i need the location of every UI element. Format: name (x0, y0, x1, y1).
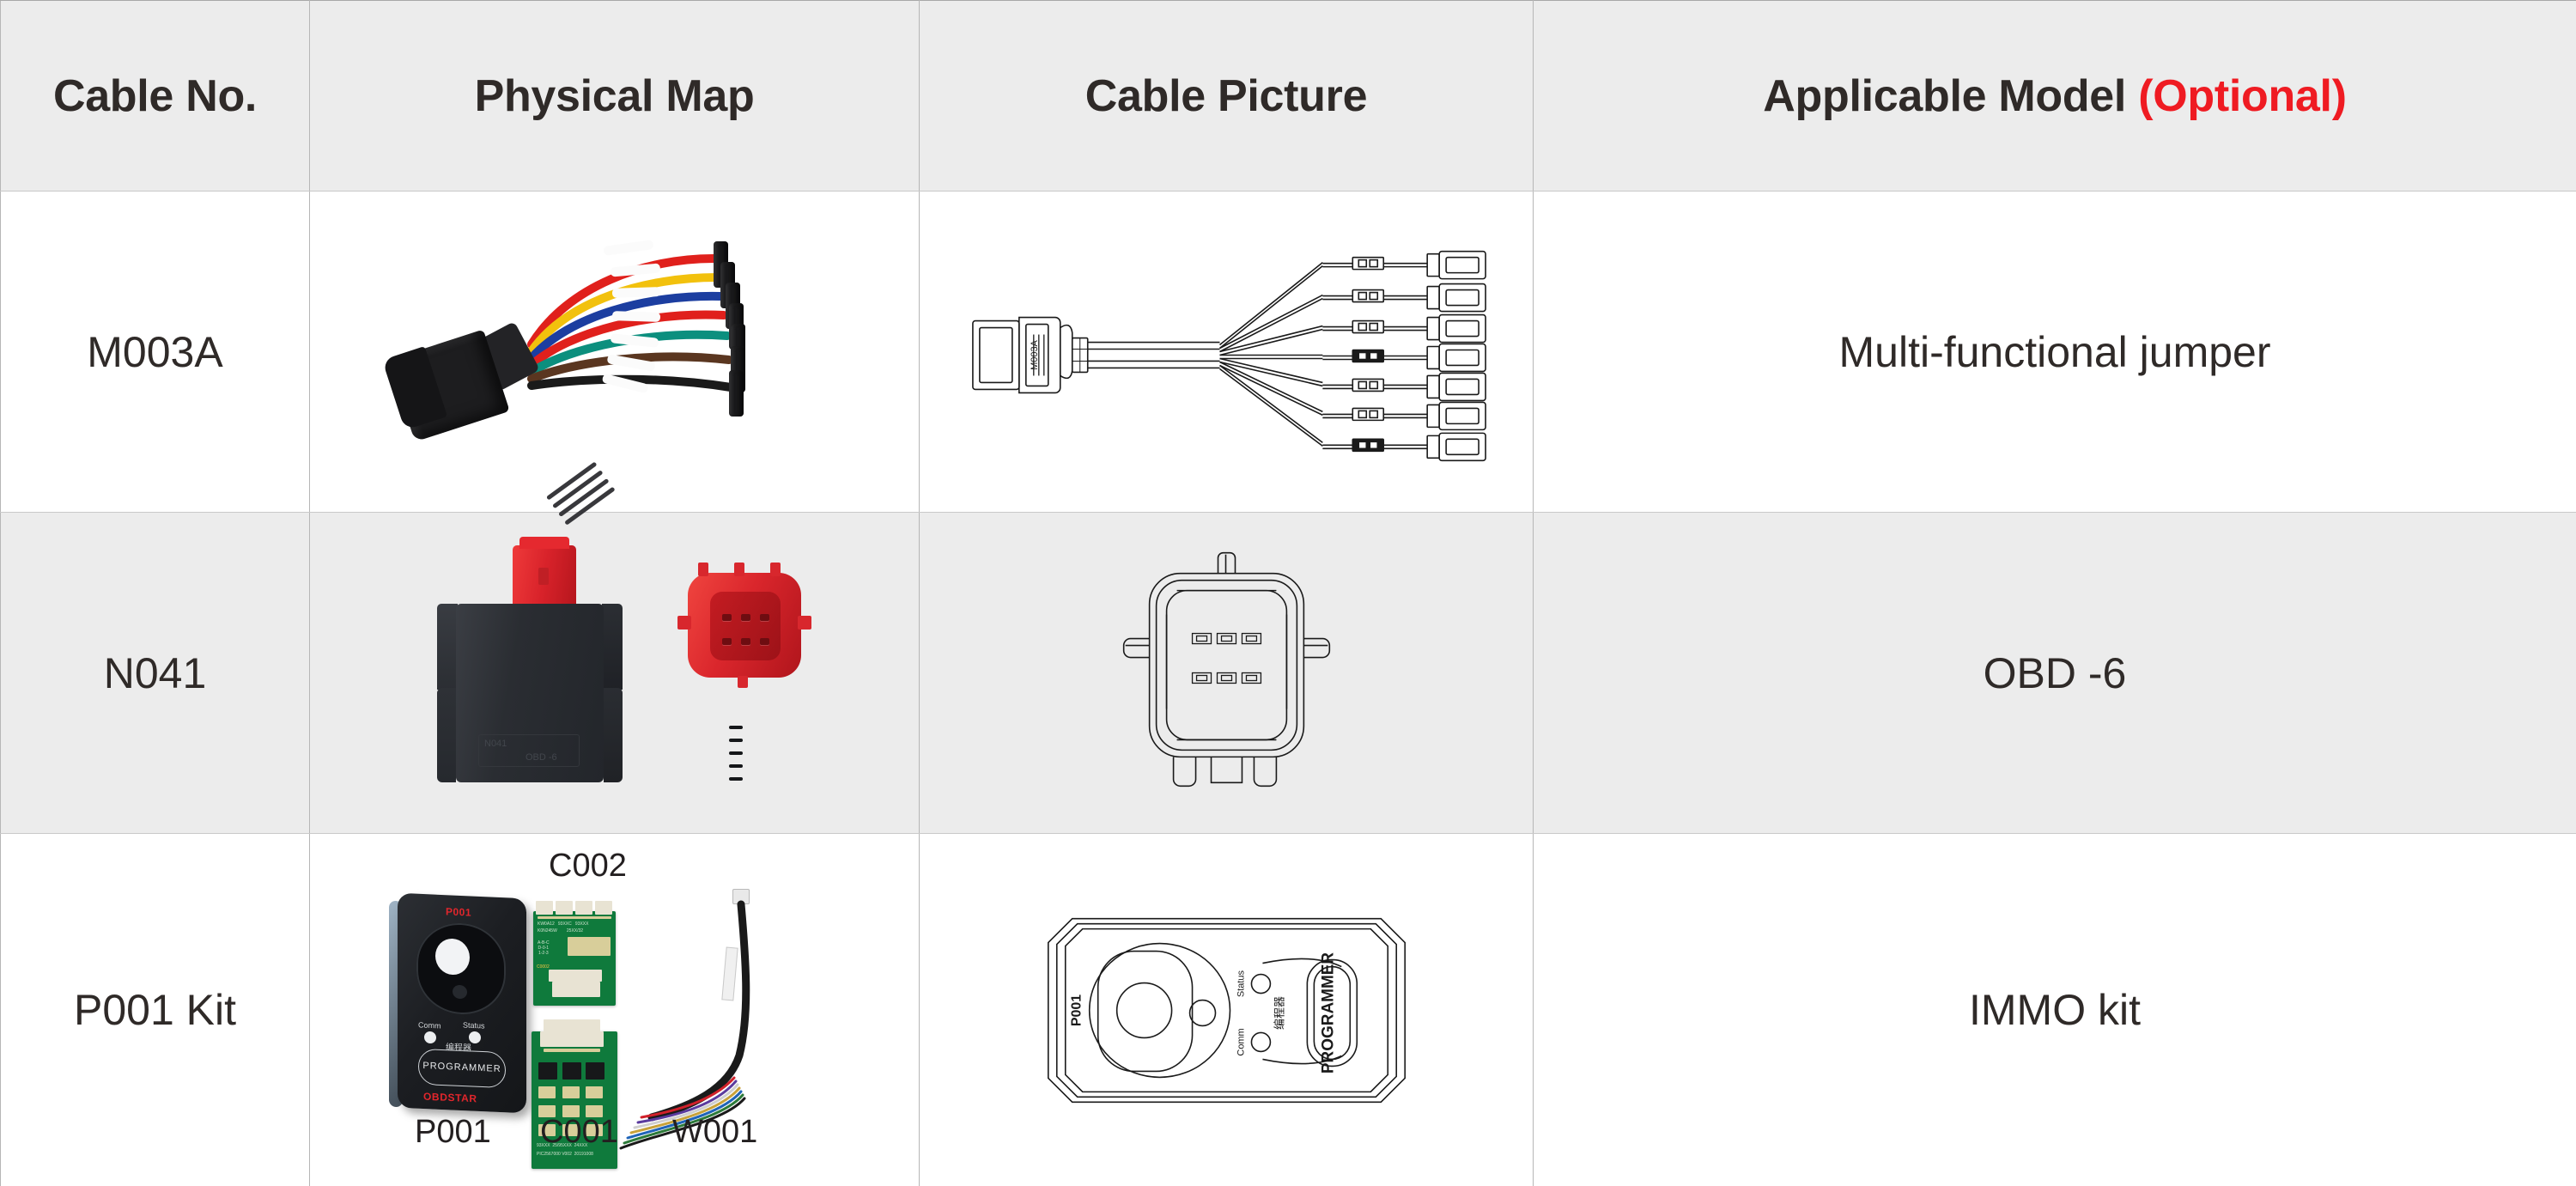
connector-pin (760, 614, 769, 621)
wire-terminal (729, 370, 744, 417)
connector-pin (722, 614, 732, 621)
column-header-cable-picture: Cable Picture (919, 0, 1534, 192)
table-row: M003A M003A Multi-functional jumper (0, 191, 2576, 526)
cell-applicable-model: OBD -6 (1533, 512, 2576, 834)
connector-side-tab (798, 616, 811, 629)
cell-physical-map (309, 191, 920, 526)
applicable-model-text: Applicable Model (1763, 70, 2139, 121)
linedraw-device-label: P001 (1070, 994, 1084, 1026)
adapter-vent-slots (729, 726, 743, 790)
cell-cable-picture (919, 512, 1534, 834)
m003a-photo (310, 192, 919, 526)
header-row: Cable No. Physical Map Cable Picture App… (0, 0, 2576, 192)
label-w001: W001 (672, 1114, 758, 1150)
table-row: P001 Kit C002 P001 Comm Status 编程器 PROGR… (0, 833, 2576, 1186)
cell-applicable-model: Multi-functional jumper (1533, 191, 2576, 513)
linedraw-status-label: Status (1236, 970, 1246, 997)
adapter-emboss-plate: N041 OBD -6 (478, 734, 580, 767)
connector-top-tab (770, 563, 781, 576)
connector-pin (741, 614, 750, 621)
label-p001: P001 (415, 1114, 491, 1150)
connector-side-tab (677, 616, 691, 629)
cell-cable-picture: P001 Status Comm 编程器 PROGRAMMER (919, 833, 1534, 1186)
optional-tag: (Optional) (2138, 70, 2347, 121)
adapter-red-connector (513, 537, 576, 609)
m003a-linedraw: M003A (972, 250, 1486, 462)
linedraw-cn-label: 编程器 (1273, 996, 1285, 1030)
table-body: M003A M003A Multi-functional jumper N041… (0, 191, 2576, 1186)
p001-kit-photo: C002 P001 Comm Status 编程器 PROGRAMMER OBD… (310, 834, 919, 1186)
cell-physical-map: N041 OBD -6 (309, 512, 920, 834)
cell-cable-no: P001 Kit (0, 833, 310, 1186)
column-header-cable-no: Cable No. (0, 0, 310, 192)
red-connector-recess (710, 592, 781, 660)
p001-linedraw: P001 Status Comm 编程器 PROGRAMMER (1047, 917, 1406, 1104)
adapter-body-right-shoulder (602, 604, 623, 690)
n041-photo: N041 OBD -6 (310, 513, 919, 833)
cell-cable-picture: M003A (919, 191, 1534, 513)
cell-physical-map: C002 P001 Comm Status 编程器 PROGRAMMER OBD… (309, 833, 920, 1186)
cell-cable-no: M003A (0, 191, 310, 513)
emboss-cable-no: N041 (484, 739, 507, 749)
linedraw-button-label: PROGRAMMER (1319, 952, 1337, 1074)
connector-top-tab (698, 563, 708, 576)
m003a-wires-svg (527, 240, 735, 393)
linedraw-connector-label: M003A (1030, 339, 1040, 369)
adapter-body-left-shoulder (437, 604, 458, 690)
connector-bottom-tab (738, 676, 748, 688)
column-header-physical-map: Physical Map (309, 0, 920, 192)
cell-cable-no: N041 (0, 512, 310, 834)
connector-pin (741, 638, 750, 645)
connector-top-tab (734, 563, 744, 576)
cable-reference-table: Cable No. Physical Map Cable Picture App… (0, 0, 2576, 1186)
n041-linedraw (1122, 551, 1331, 788)
label-c001: C001 (540, 1114, 618, 1150)
linedraw-comm-label: Comm (1236, 1028, 1246, 1055)
connector-pin (722, 638, 732, 645)
cell-applicable-model: IMMO kit (1533, 833, 2576, 1186)
table-header: Cable No. Physical Map Cable Picture App… (0, 0, 2576, 192)
column-header-applicable-model: Applicable Model (Optional) (1533, 0, 2576, 192)
connector-pin (760, 638, 769, 645)
table-row: N041 N041 OBD -6 OBD -6 (0, 512, 2576, 834)
emboss-model-text: OBD -6 (526, 752, 557, 763)
